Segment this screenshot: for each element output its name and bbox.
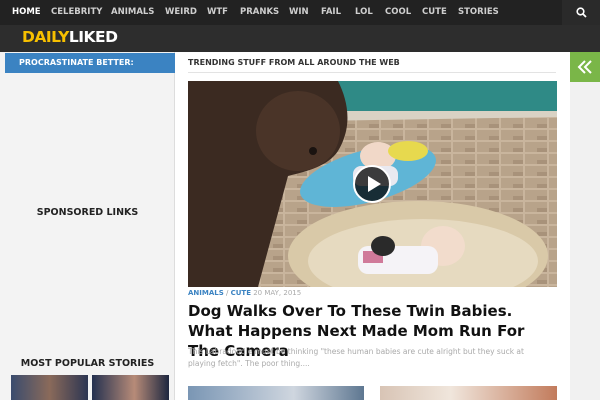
site-logo[interactable]: DAILYLIKED [22,28,118,48]
logo-part-liked: LIKED [68,28,118,46]
sidebar-title: PROCRASTINATE BETTER: [5,53,175,73]
play-button[interactable] [353,165,391,203]
nav-item-lol[interactable]: LOL [355,0,373,25]
nav-item-wtf[interactable]: WTF [207,0,228,25]
category-link-cute[interactable]: CUTE [231,289,251,297]
nav-item-pranks[interactable]: PRANKS [240,0,279,25]
next-article-thumbnail-1[interactable] [188,386,364,400]
category-link-animals[interactable]: ANIMALS [188,289,224,297]
popular-story-thumbnail-1[interactable] [11,375,88,400]
nav-item-cool[interactable]: COOL [385,0,411,25]
nav-item-animals[interactable]: ANIMALS [111,0,154,25]
nav-item-home[interactable]: HOME [12,0,41,25]
category-separator: / [226,289,229,297]
search-icon [576,7,587,18]
article-excerpt: This Labradoodle must be thinking "these… [188,347,524,368]
next-article-thumbnail-2[interactable] [380,386,557,400]
nav-item-cute[interactable]: CUTE [422,0,447,25]
article-date: 20 MAY, 2015 [253,289,302,297]
search-button[interactable] [562,0,600,25]
sponsored-links-heading: SPONSORED LINKS [36,207,139,218]
sidebar-toggle-button[interactable] [570,52,600,82]
nav-item-win[interactable]: WIN [289,0,309,25]
section-title: TRENDING STUFF FROM ALL AROUND THE WEB [188,58,400,67]
article-meta: ANIMALS / CUTE 20 MAY, 2015 [188,289,301,297]
double-chevron-left-icon [577,60,592,74]
most-popular-heading: MOST POPULAR STORIES [20,358,155,369]
right-sidebar [570,82,600,400]
left-sidebar [0,52,175,400]
nav-item-celebrity[interactable]: CELEBRITY [51,0,102,25]
nav-item-stories[interactable]: STORIES [458,0,499,25]
logo-part-daily: DAILY [22,28,69,46]
top-navigation: HOME CELEBRITY ANIMALS WEIRD WTF PRANKS … [0,0,600,25]
nav-item-weird[interactable]: WEIRD [165,0,197,25]
popular-story-thumbnail-2[interactable] [92,375,169,400]
nav-item-fail[interactable]: FAIL [321,0,341,25]
divider [188,72,556,73]
play-icon [368,176,381,192]
